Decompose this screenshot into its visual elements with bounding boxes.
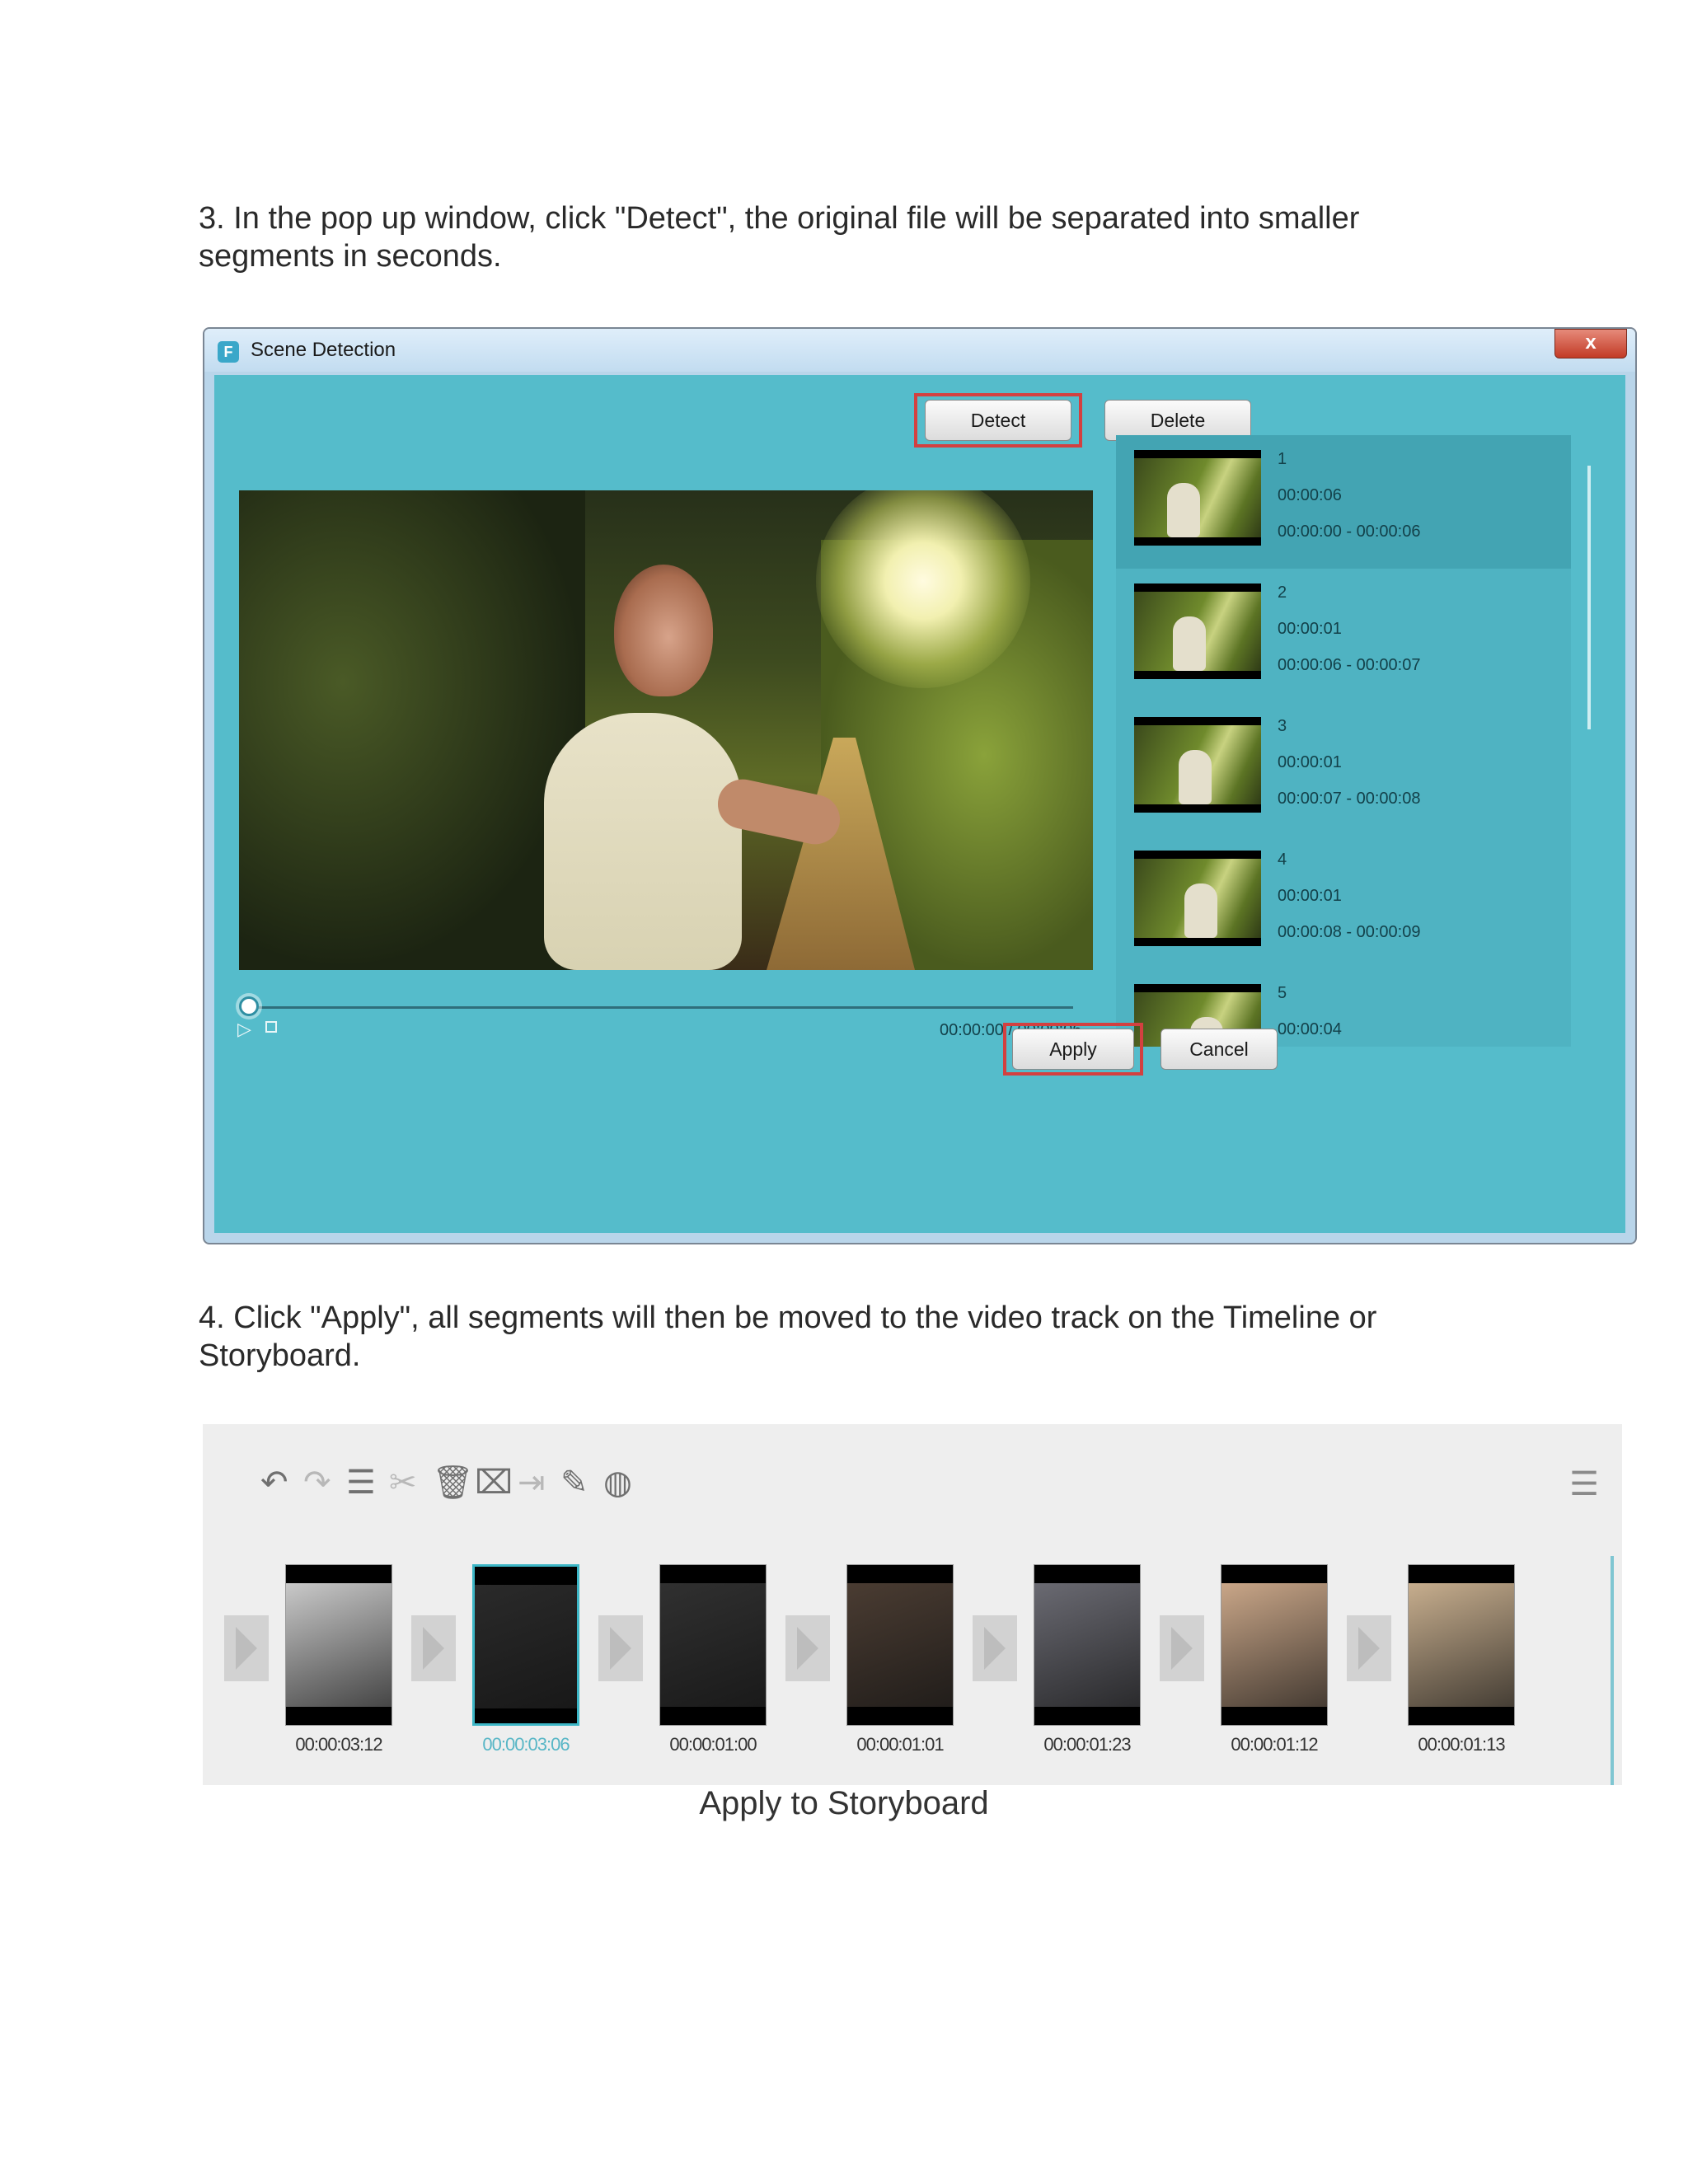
scene-thumbnail <box>1134 450 1261 546</box>
delete-icon[interactable]: 🗑 <box>432 1465 474 1500</box>
scene-duration: 00:00:01 <box>1278 753 1342 771</box>
detect-button[interactable]: Detect <box>925 400 1071 441</box>
color-icon[interactable]: ◍ <box>603 1465 632 1500</box>
scene-time-range: 00:00:00 - 00:00:06 <box>1278 523 1421 541</box>
storyboard-clip[interactable] <box>1221 1564 1328 1726</box>
storyboard-scrollbar[interactable] <box>1611 1556 1614 1785</box>
figure-caption: Apply to Storyboard <box>699 1785 989 1821</box>
scene-number: 3 <box>1278 717 1287 735</box>
scene-thumbnail <box>1134 851 1261 946</box>
transition-arrow[interactable] <box>411 1615 456 1681</box>
storyboard-clip[interactable] <box>659 1564 767 1726</box>
clip-duration: 00:00:01:01 <box>856 1734 944 1755</box>
scene-time-range: 00:00:08 - 00:00:09 <box>1278 923 1421 941</box>
view-toggle-icon[interactable]: ☰ <box>1569 1467 1599 1502</box>
dialog-title: Scene Detection <box>251 339 396 361</box>
scene-duration: 00:00:01 <box>1278 620 1342 638</box>
clip-duration: 00:00:01:13 <box>1418 1734 1505 1755</box>
storyboard-clip[interactable] <box>1034 1564 1141 1726</box>
transition-arrow[interactable] <box>1347 1615 1391 1681</box>
dialog-content: ▷ 00:00:00 / 00:00:06 Detect Delete 1 00:… <box>214 375 1625 1233</box>
cancel-button[interactable]: Cancel <box>1160 1029 1278 1070</box>
scene-number: 1 <box>1278 450 1287 468</box>
scene-item[interactable]: 1 00:00:06 00:00:00 - 00:00:06 <box>1116 435 1571 569</box>
scene-duration: 00:00:01 <box>1278 887 1342 905</box>
scene-item[interactable]: 2 00:00:01 00:00:06 - 00:00:07 <box>1116 569 1571 702</box>
clip-duration: 00:00:03:06 <box>482 1734 570 1755</box>
clip-duration: 00:00:01:00 <box>669 1734 757 1755</box>
dialog-titlebar[interactable]: F Scene Detection x <box>204 329 1635 372</box>
scene-list-scrollbar[interactable] <box>1587 466 1591 729</box>
storyboard-clip[interactable] <box>285 1564 392 1726</box>
apply-button[interactable]: Apply <box>1012 1029 1134 1070</box>
scene-duration: 00:00:04 <box>1278 1020 1342 1038</box>
stop-icon[interactable] <box>265 1021 277 1033</box>
clip-duration: 00:00:01:23 <box>1043 1734 1131 1755</box>
transition-arrow[interactable] <box>1160 1615 1204 1681</box>
scene-number: 4 <box>1278 851 1287 869</box>
adjust-icon[interactable]: ☰ <box>346 1465 376 1500</box>
scene-item[interactable]: 4 00:00:01 00:00:08 - 00:00:09 <box>1116 836 1571 969</box>
storyboard-clip[interactable] <box>472 1564 579 1726</box>
clip-duration: 00:00:01:12 <box>1231 1734 1318 1755</box>
playback-slider-handle[interactable] <box>239 996 259 1016</box>
step-4-instruction: 4. Click "Apply", all segments will then… <box>199 1301 1377 1373</box>
undo-icon[interactable]: ↶ <box>260 1465 288 1500</box>
close-button[interactable]: x <box>1554 329 1627 359</box>
scene-item[interactable]: 3 00:00:01 00:00:07 - 00:00:08 <box>1116 702 1571 836</box>
scene-time-range: 00:00:06 - 00:00:07 <box>1278 656 1421 674</box>
storyboard-panel: ↶ ↷ ☰ ✂ 🗑 ⌧ ⇥ ✎ ◍ ☰ 00:00:03:12 00:00:03:06 00:00:… <box>203 1424 1622 1785</box>
storyboard-clip[interactable] <box>846 1564 954 1726</box>
scene-time-range: 00:00:07 - 00:00:08 <box>1278 790 1421 808</box>
scene-thumbnail <box>1134 717 1261 813</box>
scene-number: 2 <box>1278 583 1287 602</box>
storyboard-clip[interactable] <box>1408 1564 1515 1726</box>
video-preview <box>239 490 1093 970</box>
scene-number: 5 <box>1278 984 1287 1002</box>
app-icon: F <box>218 341 239 363</box>
pin-icon[interactable]: ✎ <box>560 1465 588 1500</box>
split-icon[interactable]: ✂ <box>389 1465 417 1500</box>
transition-arrow[interactable] <box>598 1615 643 1681</box>
scene-duration: 00:00:06 <box>1278 486 1342 504</box>
playback-slider[interactable] <box>249 1006 1073 1009</box>
redo-icon[interactable]: ↷ <box>303 1465 331 1500</box>
transition-arrow[interactable] <box>973 1615 1017 1681</box>
export-icon[interactable]: ⇥ <box>518 1465 546 1500</box>
play-icon[interactable]: ▷ <box>237 1019 251 1040</box>
transition-arrow[interactable] <box>785 1615 830 1681</box>
clip-duration: 00:00:03:12 <box>295 1734 382 1755</box>
scene-list[interactable]: 1 00:00:06 00:00:00 - 00:00:06 2 00:00:01 00:… <box>1116 435 1571 1047</box>
transition-arrow[interactable] <box>224 1615 269 1681</box>
scene-thumbnail <box>1134 583 1261 679</box>
crop-icon[interactable]: ⌧ <box>475 1465 513 1500</box>
scene-detection-dialog: F Scene Detection x ▷ 00:00:00 / 00:00:0… <box>203 327 1637 1244</box>
step-3-instruction: 3. In the pop up window, click "Detect",… <box>199 201 1360 274</box>
